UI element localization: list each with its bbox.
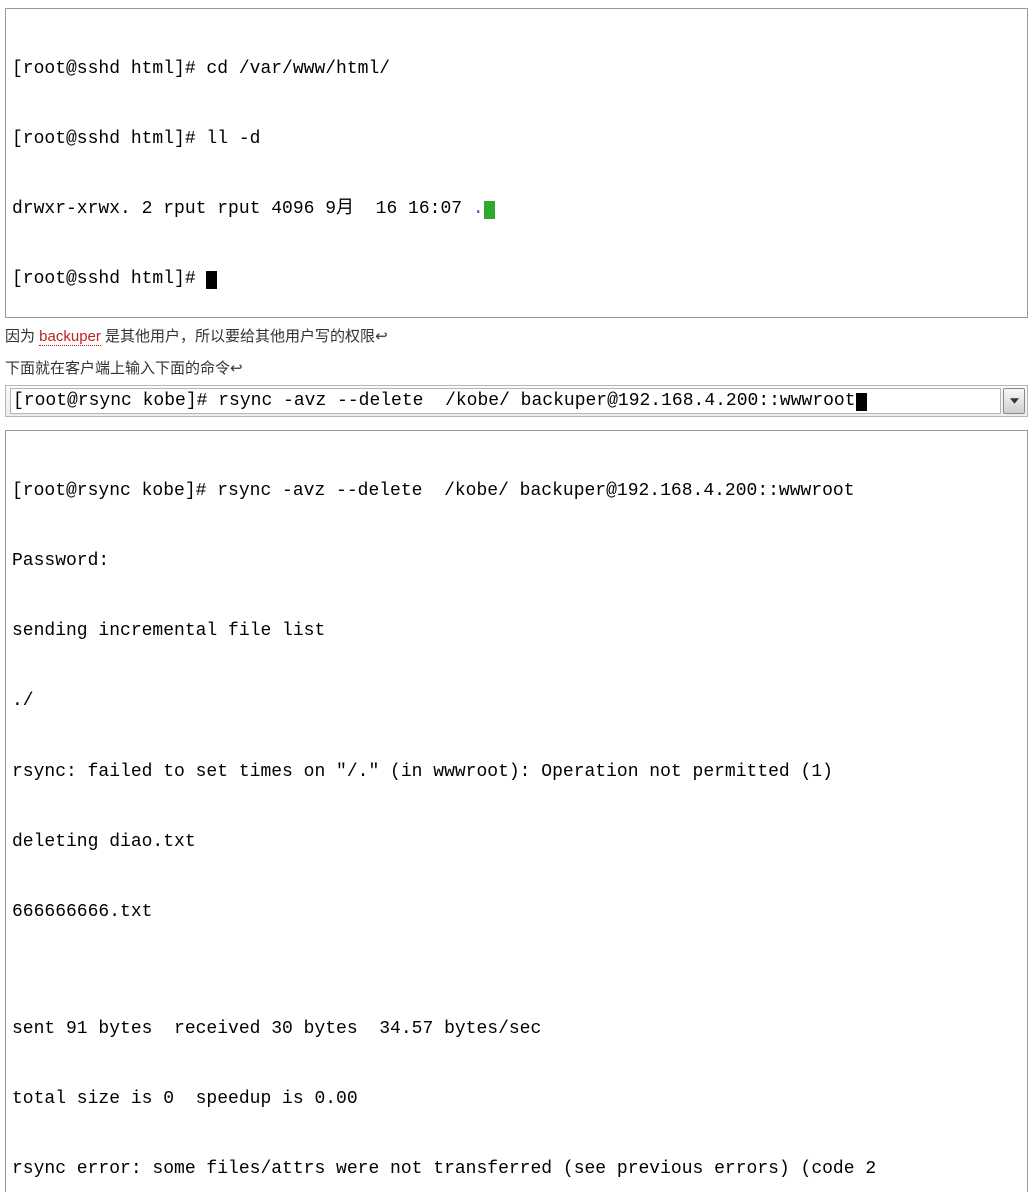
terminal-line: Password: <box>12 550 1021 573</box>
chevron-down-icon <box>1010 398 1019 404</box>
terminal-text: [root@sshd html]# <box>12 269 206 289</box>
terminal-line: ./ <box>12 690 1021 713</box>
cursor-icon <box>484 201 495 219</box>
terminal-block-1: [root@sshd html]# cd /var/www/html/ [roo… <box>5 8 1028 318</box>
dropdown-button[interactable] <box>1003 388 1025 414</box>
terminal-line: [root@sshd html]# cd /var/www/html/ <box>12 58 1021 81</box>
terminal-line: rsync: failed to set times on "/." (in w… <box>12 761 1021 784</box>
eol-mark: ↩ <box>230 360 243 377</box>
command-text: [root@rsync kobe]# rsync -avz --delete /… <box>13 391 856 411</box>
prose-line-2: 下面就在客户端上输入下面的命令↩ <box>5 353 1028 385</box>
command-input[interactable]: [root@rsync kobe]# rsync -avz --delete /… <box>10 388 1001 414</box>
dot-icon: . <box>473 199 484 219</box>
prose-text: 是其他用户，所以要给其他用户写的权限 <box>101 328 375 345</box>
terminal-line: [root@rsync kobe]# rsync -avz --delete /… <box>12 480 1021 503</box>
terminal-line: sending incremental file list <box>12 620 1021 643</box>
prose-text: 下面就在客户端上输入下面的命令 <box>5 360 230 377</box>
cursor-icon <box>206 271 217 289</box>
terminal-line: [root@sshd html]# ll -d <box>12 128 1021 151</box>
terminal-line: deleting diao.txt <box>12 831 1021 854</box>
terminal-line: total size is 0 speedup is 0.00 <box>12 1088 1021 1111</box>
terminal-line: rsync error: some files/attrs were not t… <box>12 1158 1021 1181</box>
keyword-backuper: backuper <box>39 328 101 346</box>
command-input-row: [root@rsync kobe]# rsync -avz --delete /… <box>5 385 1028 417</box>
prose-line-1: 因为 backuper 是其他用户，所以要给其他用户写的权限↩ <box>5 321 1028 353</box>
terminal-line: 666666666.txt <box>12 901 1021 924</box>
terminal-text: drwxr-xrwx. 2 rput rput 4096 9月 16 16:07 <box>12 199 473 219</box>
cursor-icon <box>856 393 867 411</box>
terminal-line: [root@sshd html]# <box>12 268 1021 291</box>
terminal-line: drwxr-xrwx. 2 rput rput 4096 9月 16 16:07… <box>12 198 1021 221</box>
prose-text: 因为 <box>5 328 39 345</box>
eol-mark: ↩ <box>375 328 388 345</box>
terminal-block-2: [root@rsync kobe]# rsync -avz --delete /… <box>5 430 1028 1192</box>
terminal-line: sent 91 bytes received 30 bytes 34.57 by… <box>12 1018 1021 1041</box>
